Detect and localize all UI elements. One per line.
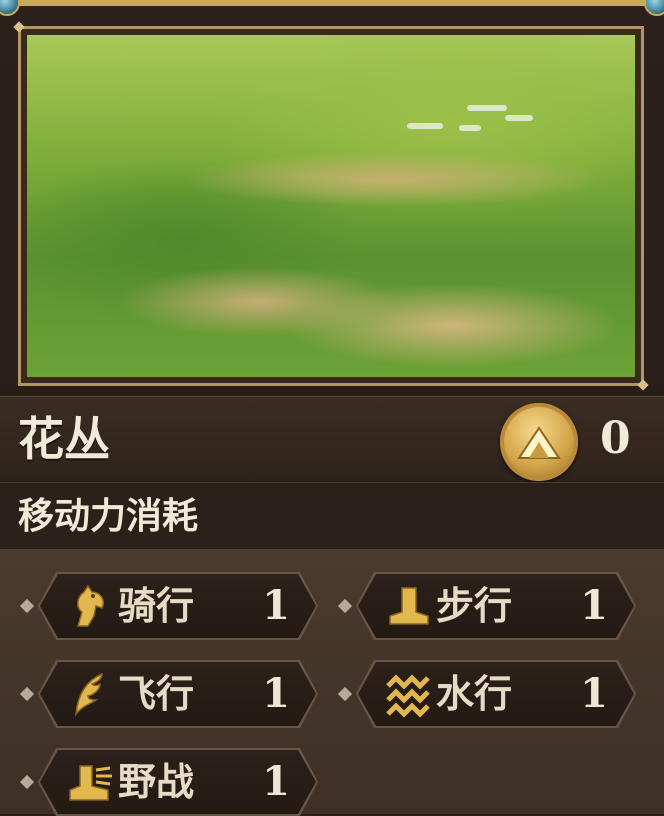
movement-value: 1: [580, 582, 608, 629]
movement-label: 骑行: [118, 583, 195, 628]
movement-value: 1: [580, 670, 608, 717]
movement-value: 1: [262, 758, 290, 805]
horse-icon: [77, 584, 104, 627]
movement-row-water: 水行 1: [336, 662, 634, 726]
movement-row-infantry: 步行 1: [336, 574, 634, 638]
terrain-image-frame: [18, 26, 644, 386]
bullet-diamond: [19, 774, 35, 790]
movement-label: 水行: [436, 671, 513, 716]
terrain-name: 花丛: [18, 412, 110, 466]
movement-value: 1: [262, 582, 290, 629]
movement-label: 步行: [436, 583, 513, 628]
boot-icon: [389, 587, 429, 625]
left-corner-ornament: [0, 0, 20, 16]
bullet-diamond: [19, 598, 35, 614]
movement-label: 飞行: [118, 671, 195, 716]
movement-row-cavalry: 骑行 1: [18, 574, 316, 638]
right-corner-ornament: [644, 0, 664, 16]
running-boot-icon: [69, 765, 112, 801]
movement-cost-title: 移动力消耗: [18, 495, 199, 537]
bullet-diamond: [337, 686, 353, 702]
terrain-cost-value: 0: [600, 413, 631, 464]
movement-cost-list: 骑行 1 步行 1 飞行 1 水行 1 野战 1: [0, 550, 664, 814]
movement-row-field: 野战 1: [18, 750, 316, 814]
panel-top-rim: [0, 0, 664, 6]
bullet-diamond: [19, 686, 35, 702]
movement-label: 野战: [118, 759, 195, 804]
mountain-icon: [500, 403, 578, 481]
wave-icon: [386, 674, 430, 718]
terrain-info-panel: 花丛 0 移动力消耗 骑行 1 步行 1 飞行 1 水行 1 野战 1: [0, 0, 664, 814]
movement-row-flying: 飞行 1: [18, 662, 316, 726]
wing-icon: [75, 672, 103, 717]
bullet-diamond: [337, 598, 353, 614]
movement-value: 1: [262, 670, 290, 717]
terrain-illustration: [27, 35, 635, 377]
